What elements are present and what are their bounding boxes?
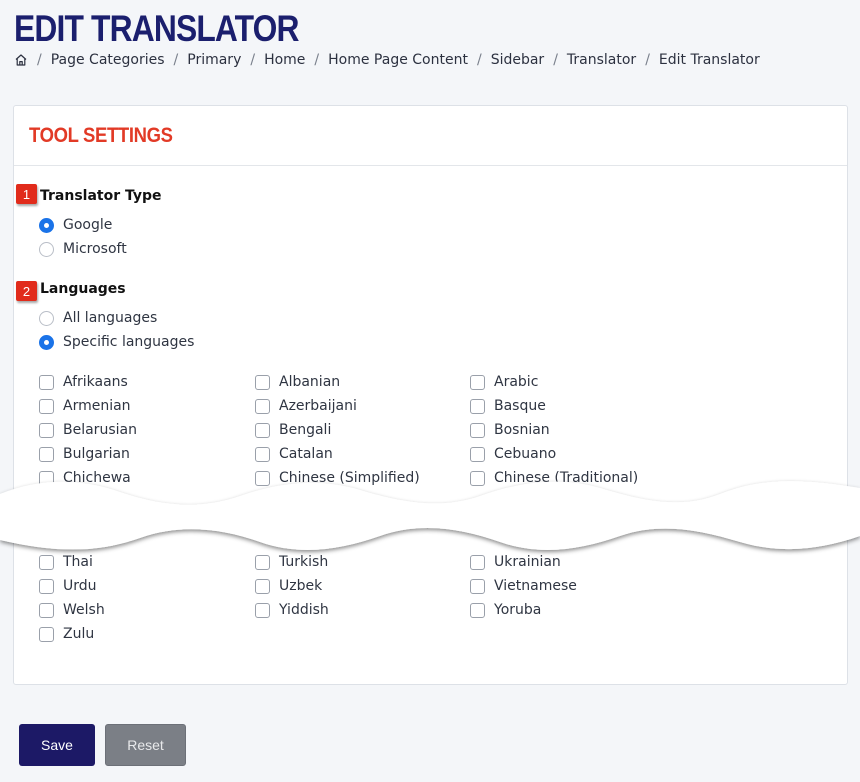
radio-specific-languages[interactable]: Specific languages [39, 334, 194, 350]
checkbox[interactable] [39, 374, 54, 390]
language-label: Vietnamese [494, 578, 577, 594]
checkbox[interactable] [255, 446, 270, 462]
language-label: Basque [494, 398, 546, 414]
breadcrumb: / Page Categories / Primary / Home / Hom… [14, 52, 760, 68]
language-label: Arabic [494, 374, 539, 390]
language-checkbox-bosnian[interactable]: Bosnian [470, 422, 550, 438]
radio-google[interactable]: Google [39, 217, 112, 233]
language-label: Yoruba [494, 602, 542, 618]
language-checkbox-yiddish[interactable]: Yiddish [255, 602, 329, 618]
language-checkbox-basque[interactable]: Basque [470, 398, 546, 414]
language-checkbox-yoruba[interactable]: Yoruba [470, 602, 541, 618]
checkbox[interactable] [255, 374, 270, 390]
language-checkbox-urdu[interactable]: Urdu [39, 578, 97, 594]
language-label: Armenian [63, 398, 131, 414]
language-checkbox-vietnamese[interactable]: Vietnamese [470, 578, 577, 594]
language-label: Belarusian [63, 422, 137, 438]
tool-settings-card: TOOL SETTINGS 1 Translator Type Google M… [13, 105, 848, 685]
language-label: Zulu [63, 626, 95, 642]
step-badge-1: 1 [16, 184, 37, 204]
breadcrumb-separator: / [553, 52, 558, 68]
checkbox[interactable] [470, 422, 485, 438]
breadcrumb-separator: / [476, 52, 482, 68]
language-label: Bulgarian [63, 446, 130, 462]
language-label: Bengali [279, 422, 332, 438]
breadcrumb-separator: / [645, 52, 650, 68]
language-checkbox-armenian[interactable]: Armenian [39, 398, 131, 414]
language-label: Bosnian [494, 422, 550, 438]
card-title: TOOL SETTINGS [29, 123, 173, 147]
breadcrumb-item-edit-translator: Edit Translator [658, 52, 760, 68]
checkbox[interactable] [470, 374, 485, 390]
radio-specific-languages-control[interactable] [39, 334, 54, 350]
checkbox[interactable] [470, 446, 485, 462]
reset-button[interactable]: Reset [105, 724, 186, 766]
language-label: Urdu [63, 578, 97, 594]
radio-google-control[interactable] [39, 217, 54, 233]
breadcrumb-item-translator[interactable]: Translator [567, 52, 636, 68]
checkbox[interactable] [39, 422, 54, 438]
checkbox[interactable] [255, 398, 270, 414]
language-label: Uzbek [279, 578, 323, 594]
checkbox[interactable] [255, 578, 270, 594]
radio-microsoft[interactable]: Microsoft [39, 241, 127, 257]
breadcrumb-item-primary[interactable]: Primary [187, 52, 241, 68]
language-checkbox-arabic[interactable]: Arabic [470, 374, 538, 390]
language-checkbox-zulu[interactable]: Zulu [39, 626, 94, 642]
breadcrumb-item-home-page-content[interactable]: Home Page Content [328, 52, 468, 68]
language-checkbox-belarusian[interactable]: Belarusian [39, 422, 137, 438]
radio-microsoft-control[interactable] [39, 241, 54, 257]
language-checkbox-catalan[interactable]: Catalan [255, 446, 333, 462]
radio-google-label: Google [63, 217, 113, 233]
radio-microsoft-label: Microsoft [63, 241, 127, 257]
breadcrumb-item-page-categories[interactable]: Page Categories [51, 52, 165, 68]
step-badge-2: 2 [16, 281, 37, 301]
language-label: Cebuano [494, 446, 557, 462]
breadcrumb-item-sidebar[interactable]: Sidebar [491, 52, 545, 68]
checkbox[interactable] [39, 446, 54, 462]
language-checkbox-bulgarian[interactable]: Bulgarian [39, 446, 130, 462]
checkbox[interactable] [39, 398, 54, 414]
checkbox[interactable] [470, 578, 485, 594]
language-checkbox-cebuano[interactable]: Cebuano [470, 446, 556, 462]
breadcrumb-separator: / [37, 52, 42, 68]
translator-type-label: Translator Type [40, 188, 162, 204]
checkbox[interactable] [39, 602, 54, 618]
language-label: Yiddish [279, 602, 329, 618]
checkbox[interactable] [255, 602, 270, 618]
card-header: TOOL SETTINGS [14, 106, 847, 166]
checkbox[interactable] [39, 626, 54, 642]
breadcrumb-separator: / [250, 52, 256, 68]
checkbox[interactable] [255, 422, 270, 438]
page-title: EDIT TRANSLATOR [14, 8, 300, 49]
language-label: Welsh [63, 602, 105, 618]
breadcrumb-separator: / [314, 52, 320, 68]
checkbox[interactable] [470, 398, 485, 414]
torn-edge-overlay [0, 481, 860, 550]
breadcrumb-separator: / [173, 52, 179, 68]
checkbox[interactable] [470, 602, 485, 618]
radio-all-languages[interactable]: All languages [39, 310, 157, 326]
radio-all-languages-label: All languages [63, 310, 158, 326]
language-checkbox-uzbek[interactable]: Uzbek [255, 578, 322, 594]
language-label: Catalan [279, 446, 333, 462]
save-button[interactable]: Save [19, 724, 95, 766]
language-checkbox-welsh[interactable]: Welsh [39, 602, 105, 618]
checkbox[interactable] [39, 578, 54, 594]
home-icon[interactable] [14, 53, 28, 67]
language-checkbox-bengali[interactable]: Bengali [255, 422, 331, 438]
language-label: Azerbaijani [279, 398, 357, 414]
language-label: Afrikaans [63, 374, 128, 390]
languages-label: Languages [40, 281, 126, 297]
language-label: Albanian [279, 374, 341, 390]
language-checkbox-azerbaijani[interactable]: Azerbaijani [255, 398, 357, 414]
radio-all-languages-control[interactable] [39, 310, 54, 326]
language-checkbox-albanian[interactable]: Albanian [255, 374, 340, 390]
radio-specific-languages-label: Specific languages [63, 334, 195, 350]
language-checkbox-afrikaans[interactable]: Afrikaans [39, 374, 128, 390]
breadcrumb-item-home[interactable]: Home [264, 52, 305, 68]
